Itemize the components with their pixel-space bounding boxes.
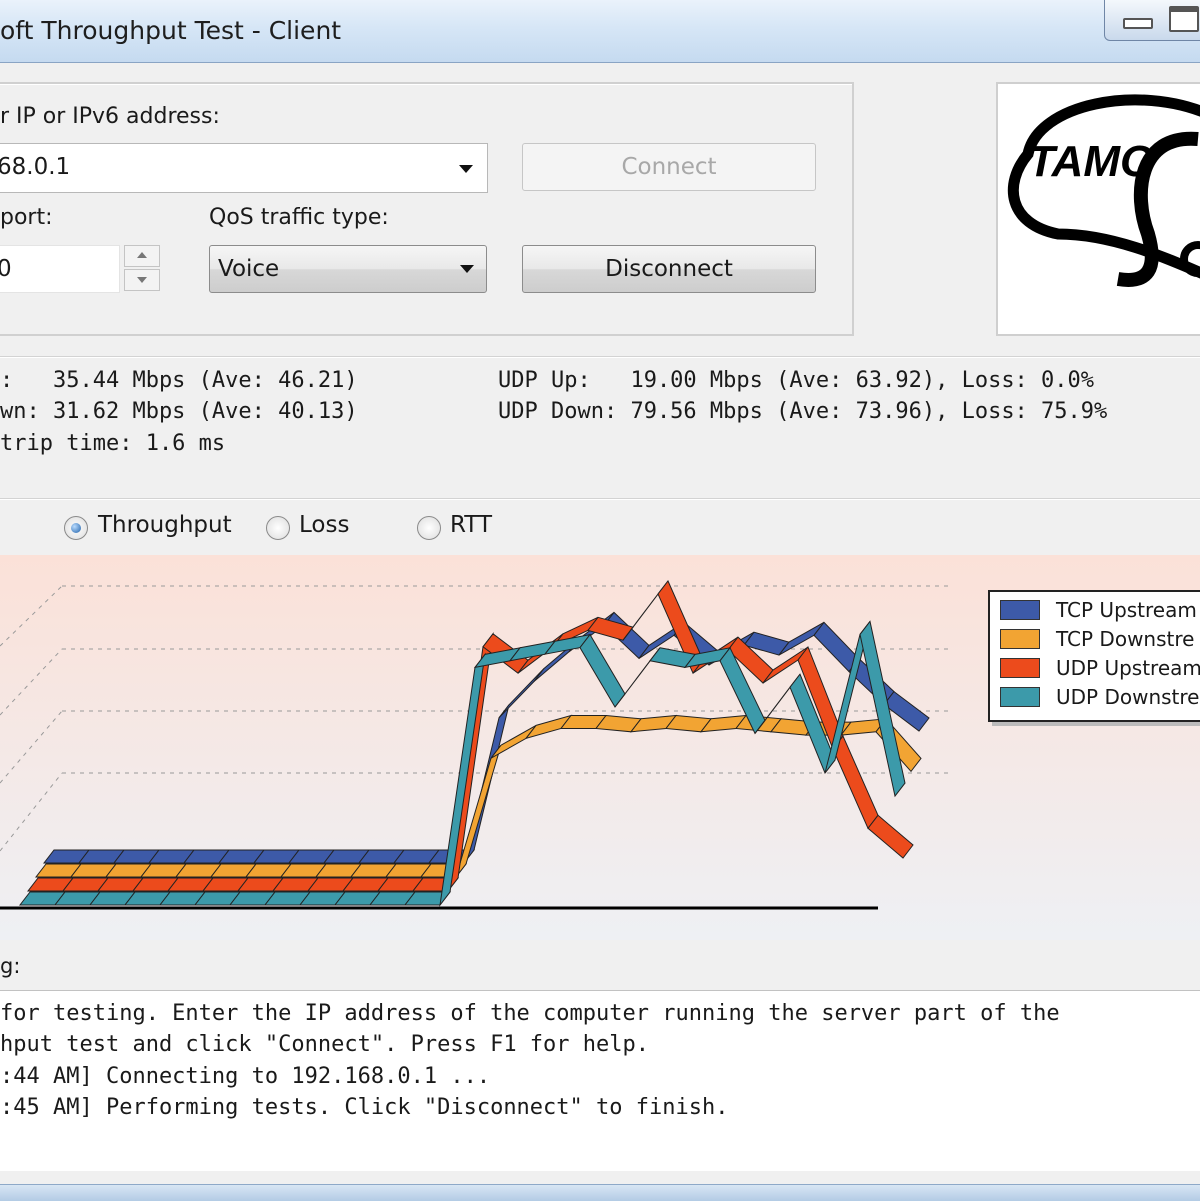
- qos-dropdown[interactable]: Voice: [209, 245, 487, 293]
- legend-label: TCP Downstre: [1056, 627, 1195, 651]
- chevron-down-icon[interactable]: [459, 165, 473, 173]
- legend-swatch: [1000, 687, 1040, 707]
- log-label: g:: [0, 954, 21, 978]
- rtt-stat: trip time: 1.6 ms: [0, 431, 226, 456]
- window-controls: [1104, 0, 1200, 41]
- address-combobox[interactable]: 68.0.1: [0, 143, 488, 193]
- status-bar: [0, 1184, 1200, 1201]
- log-line: hput test and click "Connect". Press F1 …: [0, 1032, 650, 1057]
- port-label: port:: [0, 205, 53, 230]
- tamosoft-logo: TAMO: [996, 82, 1200, 336]
- divider: [0, 356, 1200, 358]
- legend-label: UDP Downstre: [1056, 685, 1200, 709]
- radio-label-throughput: Throughput: [98, 512, 232, 538]
- udp-up-stat: UDP Up: 19.00 Mbps (Ave: 63.92), Loss: 0…: [498, 368, 1095, 393]
- tcp-up-stat: : 35.44 Mbps (Ave: 46.21): [0, 368, 358, 393]
- log-line: for testing. Enter the IP address of the…: [0, 1001, 1060, 1026]
- qos-value: Voice: [218, 256, 280, 282]
- udp-down-stat: UDP Down: 79.56 Mbps (Ave: 73.96), Loss:…: [498, 399, 1108, 424]
- window-title: oft Throughput Test - Client: [0, 16, 342, 45]
- tcp-down-stat: wn: 31.62 Mbps (Ave: 40.13): [0, 399, 358, 424]
- spin-down-icon[interactable]: [124, 269, 160, 291]
- legend-swatch: [1000, 658, 1040, 678]
- radio-label-rtt: RTT: [450, 512, 493, 538]
- radio-label-loss: Loss: [299, 512, 350, 538]
- address-value: 68.0.1: [0, 154, 71, 180]
- minimize-icon[interactable]: [1123, 18, 1153, 29]
- radio-rtt[interactable]: [417, 516, 441, 540]
- port-spinner[interactable]: [124, 245, 160, 291]
- qos-label: QoS traffic type:: [209, 205, 389, 230]
- port-field[interactable]: 0: [0, 245, 166, 293]
- disconnect-button[interactable]: Disconnect: [522, 245, 816, 293]
- port-input[interactable]: 0: [0, 245, 120, 293]
- chevron-down-icon[interactable]: [460, 265, 474, 273]
- title-bar: oft Throughput Test - Client: [0, 0, 1200, 63]
- connect-button[interactable]: Connect: [522, 143, 816, 191]
- legend-label: TCP Upstream: [1056, 598, 1197, 622]
- log-textbox[interactable]: for testing. Enter the IP address of the…: [0, 990, 1200, 1171]
- address-label: r IP or IPv6 address:: [0, 104, 220, 129]
- port-value: 0: [0, 256, 12, 282]
- radio-loss[interactable]: [266, 516, 290, 540]
- spin-up-icon[interactable]: [124, 245, 160, 267]
- logo-icon: TAMO: [1007, 94, 1200, 287]
- log-line: :44 AM] Connecting to 192.168.0.1 ...: [0, 1064, 491, 1089]
- legend-swatch: [1000, 600, 1040, 620]
- divider: [0, 498, 1200, 500]
- chart-legend: TCP Upstream TCP Downstre UDP Upstream U…: [988, 590, 1200, 722]
- log-line: :45 AM] Performing tests. Click "Disconn…: [0, 1095, 729, 1120]
- legend-label: UDP Upstream: [1056, 656, 1200, 680]
- legend-swatch: [1000, 629, 1040, 649]
- maximize-icon[interactable]: [1169, 6, 1199, 32]
- radio-throughput[interactable]: [64, 516, 88, 540]
